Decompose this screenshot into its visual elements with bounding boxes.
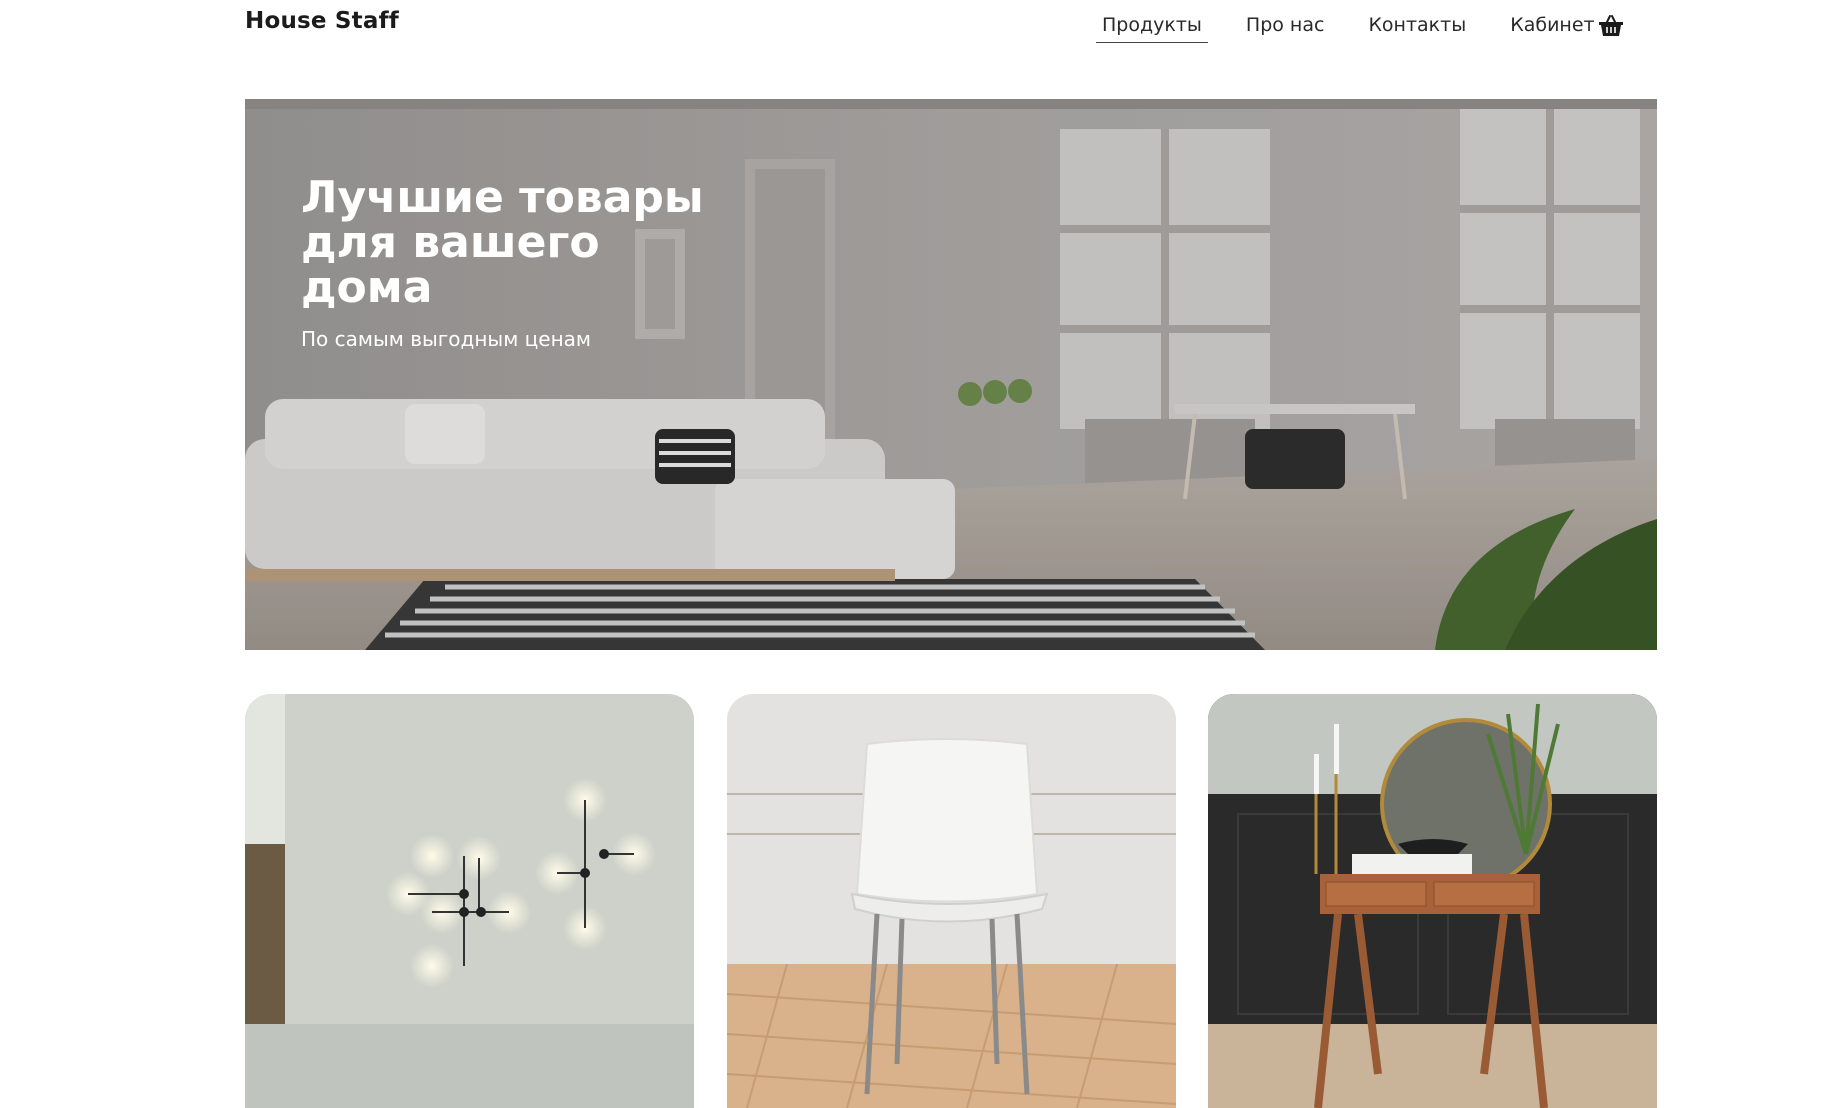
hero-title: Лучшие товары для вашего дома (301, 172, 704, 313)
basket-icon[interactable] (1598, 14, 1624, 38)
main-nav: Продукты Про нас Контакты Кабинет (1096, 14, 1633, 43)
white-chair-image (727, 694, 1176, 1108)
hero-banner: Лучшие товары для вашего дома По самым в… (245, 99, 1657, 650)
wall-lamps-image (245, 694, 694, 1108)
product-card-white-chair[interactable] (727, 694, 1176, 1108)
site-logo[interactable]: House Staff (245, 8, 399, 34)
nav-about[interactable]: Про нас (1240, 14, 1331, 41)
product-card-wall-lamps[interactable] (245, 694, 694, 1108)
nav-account[interactable]: Кабинет (1504, 14, 1600, 41)
nav-products[interactable]: Продукты (1096, 14, 1208, 43)
product-cards (245, 694, 1657, 1108)
hero-subtitle: По самым выгодным ценам (301, 327, 592, 351)
wooden-console-table-image (1208, 694, 1657, 1108)
nav-contacts[interactable]: Контакты (1362, 14, 1472, 41)
product-card-console-table[interactable] (1208, 694, 1657, 1108)
site-header: House Staff Продукты Про нас Контакты Ка… (0, 0, 1842, 60)
